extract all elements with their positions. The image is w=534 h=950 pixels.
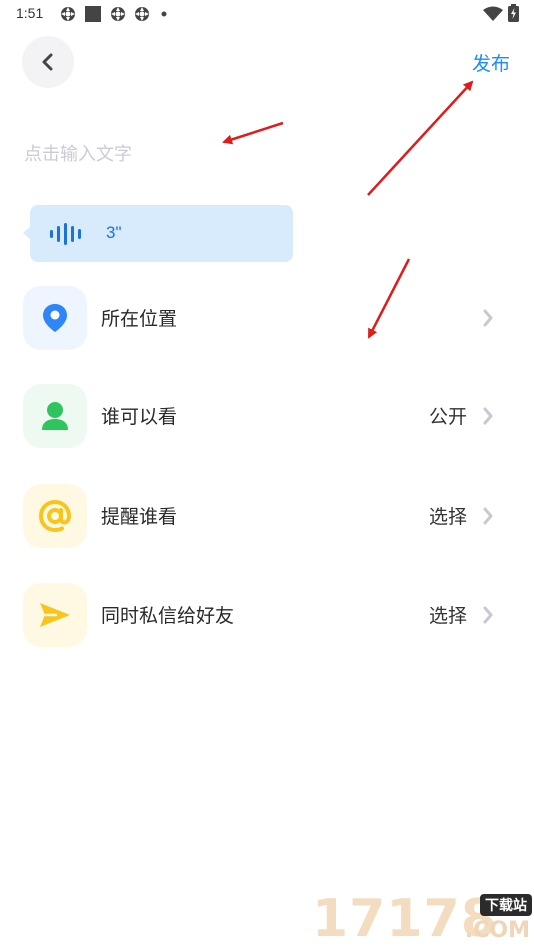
option-row-location[interactable]: 所在位置: [0, 284, 534, 350]
option-label: 提醒谁看: [101, 506, 178, 528]
option-value: 选择: [428, 605, 467, 627]
chevron-right-icon: [483, 309, 493, 327]
option-label: 同时私信给好友: [101, 605, 235, 627]
option-row-mention[interactable]: 提醒谁看 选择: [0, 482, 534, 548]
dot-icon: [161, 11, 167, 17]
person-icon: [42, 402, 68, 430]
status-time: 1:51: [16, 5, 44, 21]
chevron-right-icon: [483, 407, 493, 425]
battery-charging-icon: [508, 4, 519, 22]
status-bar: 1:51: [0, 0, 534, 28]
location-icon-tile: [23, 286, 87, 350]
option-row-private-message[interactable]: 同时私信给好友 选择: [0, 581, 534, 647]
chevron-right-icon: [483, 606, 493, 624]
send-arrow-icon-tile: [23, 583, 87, 647]
app-notification-icon: [61, 7, 75, 21]
wifi-icon: [483, 6, 503, 21]
option-row-visibility[interactable]: 谁可以看 公开: [0, 382, 534, 448]
app-notification-icon: [135, 7, 149, 21]
post-text-input[interactable]: [24, 140, 324, 168]
at-sign-icon: [38, 499, 72, 533]
app-notification-icon: [111, 7, 125, 21]
chevron-left-icon: [42, 53, 53, 71]
site-watermark: 17178 下载站 .COM: [312, 888, 534, 950]
option-label: 谁可以看: [101, 406, 178, 428]
location-pin-icon: [43, 304, 67, 332]
chevron-right-icon: [483, 507, 493, 525]
option-label: 所在位置: [101, 308, 178, 330]
publish-button[interactable]: 发布: [472, 49, 510, 76]
send-arrow-icon: [40, 603, 70, 627]
voice-duration: 3": [106, 223, 122, 242]
annotation-arrow: [367, 80, 474, 196]
person-icon-tile: [23, 384, 87, 448]
watermark-com: .COM: [464, 918, 530, 943]
option-value: 公开: [428, 406, 467, 428]
watermark-cn: 下载站: [480, 894, 532, 916]
voice-wave-icon: [50, 223, 81, 245]
voice-message-bubble[interactable]: 3": [23, 205, 293, 262]
at-sign-icon-tile: [23, 484, 87, 548]
stop-square-icon: [85, 6, 101, 22]
option-value: 选择: [428, 506, 467, 528]
back-button[interactable]: [22, 36, 74, 88]
